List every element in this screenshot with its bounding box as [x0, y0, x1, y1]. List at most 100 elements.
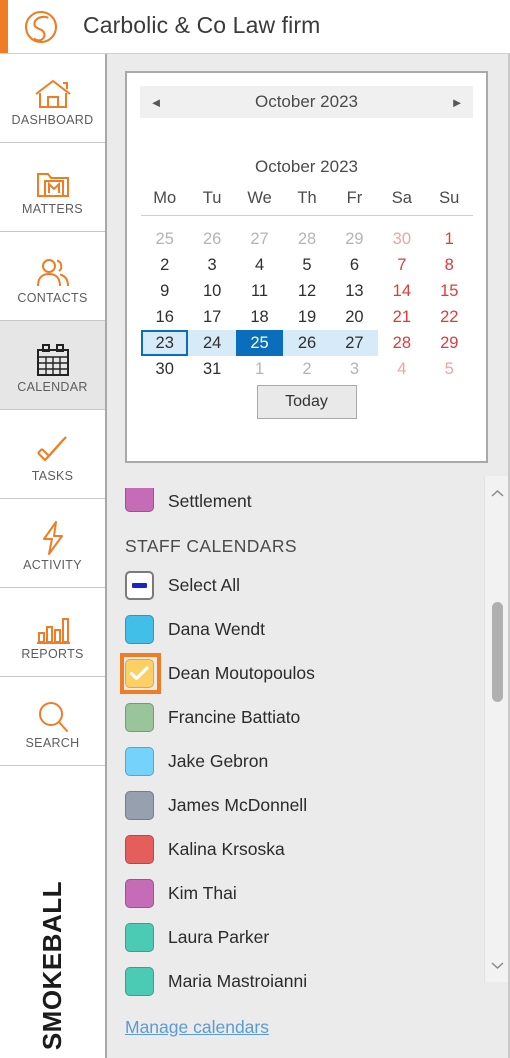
weekday-header-su: Su: [439, 189, 460, 207]
triangle-left-icon[interactable]: ◄: [140, 96, 172, 109]
calendar-day-cell[interactable]: 23: [141, 330, 189, 356]
calendar-list-panel: Settlement STAFF CALENDARS Select All Da…: [107, 472, 510, 1058]
brand-footer-label: SMOKEBALL: [37, 881, 67, 1051]
calendar-day-cell[interactable]: 26: [283, 330, 331, 356]
calendar-list-scrollbar[interactable]: [484, 476, 510, 982]
staff-calendar-checkbox[interactable]: [125, 746, 154, 776]
calendar-day-cell[interactable]: 8: [426, 252, 473, 278]
chevron-down-icon[interactable]: [485, 952, 510, 978]
calendar-sidebar-app: Carbolic & Co Law firm DASHBOARD MATTERS…: [0, 0, 510, 1058]
calendar-day-cell[interactable]: 13: [331, 278, 378, 304]
calendar-week-row: 2345678: [141, 252, 473, 278]
scrollbar-thumb[interactable]: [492, 602, 503, 702]
calendar-day-cell[interactable]: 1: [236, 356, 283, 382]
triangle-right-icon[interactable]: ►: [441, 96, 473, 109]
calendar-day-cell[interactable]: 7: [378, 252, 425, 278]
staff-calendar-checkbox[interactable]: [125, 790, 154, 820]
sidebar-item-search[interactable]: SEARCH: [0, 677, 105, 766]
staff-calendar-row[interactable]: Dean Moutopoulos: [107, 651, 510, 695]
main-sidebar: DASHBOARD MATTERS CONTACTS CALENDAR TASK…: [0, 54, 107, 1058]
staff-calendar-checkbox[interactable]: [125, 834, 154, 864]
calendar-day-cell[interactable]: 28: [378, 330, 425, 356]
calendar-day-cell[interactable]: 30: [378, 226, 425, 252]
calendar-day-cell[interactable]: 3: [331, 356, 378, 382]
calendar-day-cell[interactable]: 27: [236, 226, 283, 252]
mini-calendar-month-label: October 2023: [254, 157, 358, 176]
sidebar-item-matters[interactable]: MATTERS: [0, 143, 105, 232]
calendar-day-cell[interactable]: 15: [426, 278, 473, 304]
calendar-day-cell[interactable]: 6: [331, 252, 378, 278]
sidebar-item-activity[interactable]: ACTIVITY: [0, 499, 105, 588]
calendar-day-cell[interactable]: 5: [283, 252, 330, 278]
calendar-day-cell[interactable]: 16: [141, 304, 188, 330]
staff-calendar-label: Dana Wendt: [168, 618, 265, 639]
staff-calendar-row[interactable]: Laura Parker: [107, 915, 510, 959]
calendar-icon: [29, 336, 77, 378]
page-title: Carbolic & Co Law firm: [83, 12, 321, 38]
calendar-day-cell[interactable]: 22: [426, 304, 473, 330]
staff-calendar-checkbox[interactable]: [125, 878, 154, 908]
staff-calendar-checkbox[interactable]: [125, 702, 154, 732]
sidebar-item-reports[interactable]: REPORTS: [0, 588, 105, 677]
calendar-day-cell[interactable]: 3: [188, 252, 235, 278]
calendar-day-cell[interactable]: 4: [378, 356, 425, 382]
list-item-settlement[interactable]: Settlement: [107, 472, 510, 518]
calendar-week-row: 23 24 25 26 27 28 29: [141, 330, 473, 356]
sidebar-item-label: SEARCH: [25, 736, 80, 750]
calendar-day-cell[interactable]: 9: [141, 278, 188, 304]
calendar-day-cell[interactable]: 2: [141, 252, 188, 278]
calendar-day-cell[interactable]: 11: [236, 278, 283, 304]
calendar-day-cell[interactable]: 4: [236, 252, 283, 278]
calendar-day-cell[interactable]: 31: [188, 356, 235, 382]
manage-calendars-link[interactable]: Manage calendars: [107, 1017, 269, 1038]
calendar-day-cell[interactable]: 19: [283, 304, 330, 330]
mini-calendar-nav-title: October 2023: [254, 92, 358, 111]
sidebar-item-label: CALENDAR: [17, 380, 88, 394]
staff-calendar-checkbox[interactable]: [125, 966, 154, 996]
calendar-day-cell[interactable]: 21: [378, 304, 425, 330]
calendar-day-cell[interactable]: 25: [141, 226, 188, 252]
list-item-select-all[interactable]: Select All: [107, 563, 510, 607]
calendar-day-cell[interactable]: 29: [331, 226, 378, 252]
calendar-day-cell[interactable]: 5: [426, 356, 473, 382]
weekday-header-tu: Tu: [202, 189, 222, 207]
staff-calendar-label: James McDonnell: [168, 794, 308, 815]
tasks-check-icon: [29, 425, 77, 467]
staff-calendar-row[interactable]: Maria Mastroianni: [107, 959, 510, 1003]
calendar-day-cell[interactable]: 28: [283, 226, 330, 252]
staff-calendar-checkbox[interactable]: [125, 922, 154, 952]
staff-calendar-row[interactable]: Dana Wendt: [107, 607, 510, 651]
calendar-day-cell[interactable]: 17: [188, 304, 235, 330]
sidebar-item-calendar[interactable]: CALENDAR: [0, 321, 105, 410]
sidebar-item-tasks[interactable]: TASKS: [0, 410, 105, 499]
staff-calendar-row[interactable]: Jake Gebron: [107, 739, 510, 783]
staff-calendar-row[interactable]: Kalina Krsoska: [107, 827, 510, 871]
calendar-day-cell[interactable]: 12: [283, 278, 330, 304]
select-all-checkbox[interactable]: [125, 570, 154, 600]
staff-calendar-row[interactable]: James McDonnell: [107, 783, 510, 827]
sidebar-item-contacts[interactable]: CONTACTS: [0, 232, 105, 321]
staff-calendar-checkbox[interactable]: [125, 614, 154, 644]
calendar-day-cell[interactable]: 18: [236, 304, 283, 330]
calendar-day-cell[interactable]: 27: [330, 330, 379, 356]
calendar-day-cell[interactable]: 1: [426, 226, 473, 252]
color-swatch: [125, 488, 154, 512]
calendar-day-cell[interactable]: 25: [235, 330, 284, 356]
mini-calendar-weekday-header: Mo Tu We Th Fr Sa Su: [141, 189, 473, 216]
today-button[interactable]: Today: [256, 385, 357, 419]
calendar-day-cell[interactable]: 26: [188, 226, 235, 252]
calendar-day-cell[interactable]: 29: [426, 330, 473, 356]
calendar-day-cell[interactable]: 20: [331, 304, 378, 330]
list-item-label: Select All: [168, 574, 240, 595]
calendar-day-cell[interactable]: 24: [188, 330, 236, 356]
staff-calendar-row[interactable]: Francine Battiato: [107, 695, 510, 739]
staff-calendar-row[interactable]: Kim Thai: [107, 871, 510, 915]
calendar-day-cell[interactable]: 10: [188, 278, 235, 304]
bar-chart-icon: [29, 603, 77, 645]
calendar-day-cell[interactable]: 2: [283, 356, 330, 382]
smokeball-logo-icon: [22, 8, 60, 46]
sidebar-item-dashboard[interactable]: DASHBOARD: [0, 54, 105, 143]
calendar-day-cell[interactable]: 14: [378, 278, 425, 304]
chevron-up-icon[interactable]: [485, 480, 510, 506]
calendar-day-cell[interactable]: 30: [141, 356, 188, 382]
